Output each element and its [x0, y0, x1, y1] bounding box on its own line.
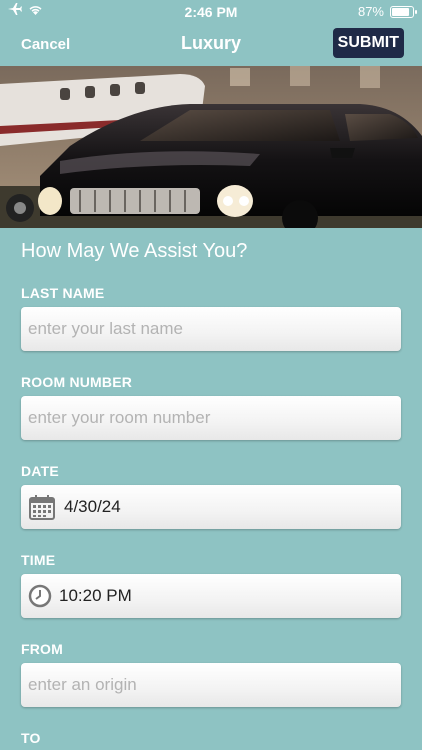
battery-fill: [392, 7, 410, 16]
room-number-label: ROOM NUMBER: [21, 374, 133, 390]
time-value: 10:20 PM: [59, 586, 132, 605]
status-right: 87%: [357, 4, 417, 19]
date-label: DATE: [21, 463, 59, 479]
battery-percent: 87%: [357, 4, 384, 19]
limousine-illustration: [0, 66, 422, 228]
last-name-field[interactable]: enter your last name: [21, 307, 401, 351]
room-number-field[interactable]: enter your room number: [21, 396, 401, 440]
room-number-placeholder: enter your room number: [28, 408, 211, 427]
time-label: TIME: [21, 552, 56, 568]
limousine-hero-image: [0, 66, 422, 228]
time-field[interactable]: 10:20 PM: [21, 574, 401, 618]
to-label: TO: [21, 730, 41, 746]
calendar-icon: [29, 495, 55, 520]
date-value: 4/30/24: [64, 497, 121, 516]
submit-button[interactable]: SUBMIT: [332, 28, 404, 58]
clock-icon: [28, 584, 52, 608]
last-name-placeholder: enter your last name: [28, 319, 183, 338]
from-field[interactable]: enter an origin: [21, 663, 401, 707]
date-field[interactable]: 4/30/24: [21, 485, 401, 529]
from-placeholder: enter an origin: [28, 675, 137, 694]
battery-icon: [390, 5, 417, 18]
last-name-label: LAST NAME: [21, 285, 105, 301]
status-bar: 2:46 PM 87%: [0, 0, 422, 22]
form-heading: How May We Assist You?: [21, 240, 248, 262]
nav-bar: Cancel Luxury SUBMIT: [0, 22, 422, 66]
from-label: FROM: [21, 641, 64, 657]
